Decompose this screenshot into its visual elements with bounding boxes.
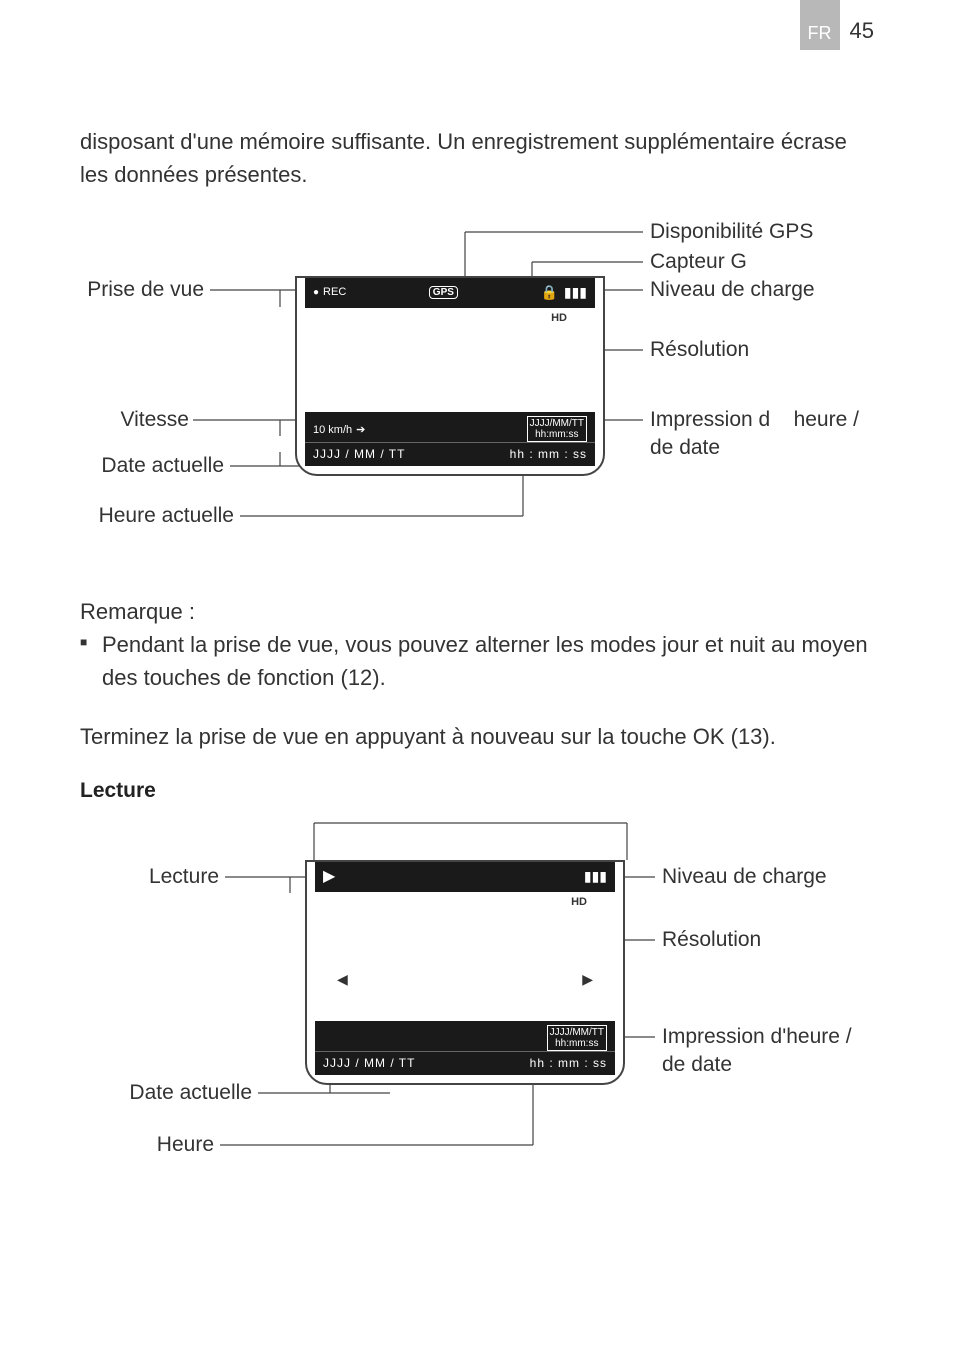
battery-icon-2: ▮▮▮ <box>584 868 607 885</box>
label-impression-1: Impression d heure / <box>650 408 859 432</box>
bullet-icon: ■ <box>80 628 102 694</box>
timestamp-box-2: JJJJ/MM/TThh:mm:ss <box>547 1025 607 1051</box>
lang-badge: FR <box>800 0 840 50</box>
timestamp-box: JJJJ/MM/TThh:mm:ss <box>527 416 587 442</box>
recording-diagram: Prise de vue Vitesse Date actuelle Heure… <box>80 220 874 555</box>
label-resolution-2: Résolution <box>662 928 761 952</box>
hd-label-2: HD <box>571 896 587 908</box>
label-impression-3: Impression d'heure / <box>662 1025 852 1049</box>
label-charge-2: Niveau de charge <box>662 865 827 889</box>
label-heure-2: Heure <box>157 1133 214 1157</box>
label-impression-4: de date <box>662 1053 732 1077</box>
label-heure-actuelle: Heure actuelle <box>99 504 234 528</box>
label-impression-2: de date <box>650 436 720 460</box>
footer-time: hh : mm : ss <box>510 447 587 461</box>
remarque-block: Remarque : ■ Pendant la prise de vue, vo… <box>80 595 874 694</box>
intro-paragraph: disposant d'une mémoire suffisante. Un e… <box>80 125 874 191</box>
lecture-heading: Lecture <box>80 775 874 807</box>
battery-icon: ▮▮▮ <box>564 284 587 301</box>
playback-screen-frame: ▮▮▮ HD JJJJ/MM/TThh:mm:ss JJJJ / MM / TT… <box>305 860 625 1085</box>
label-date-actuelle: Date actuelle <box>101 454 224 478</box>
label-vitesse: Vitesse <box>121 408 190 432</box>
rec-indicator: REC <box>313 286 346 298</box>
playback-diagram: Lecture Date actuelle Heure Niveau de ch… <box>80 815 874 1185</box>
playback-screen-top-bar: ▮▮▮ <box>315 862 615 892</box>
nav-right-icon <box>582 967 593 990</box>
playback-screen-bottom-bar: JJJJ/MM/TThh:mm:ss JJJJ / MM / TT hh : m… <box>315 1021 615 1075</box>
gps-icon: GPS <box>429 286 458 299</box>
footer-time-2: hh : mm : ss <box>530 1056 607 1070</box>
play-icon <box>323 866 335 886</box>
page-number: 45 <box>840 0 874 50</box>
label-prise-de-vue: Prise de vue <box>87 278 204 302</box>
page-header: FR 45 <box>800 0 874 50</box>
remarque-bullet: Pendant la prise de vue, vous pouvez alt… <box>102 628 874 694</box>
footer-date: JJJJ / MM / TT <box>313 447 405 461</box>
hd-label: HD <box>551 312 567 324</box>
terminez-paragraph: Terminez la prise de vue en appuyant à n… <box>80 720 874 753</box>
label-gps: Disponibilité GPS <box>650 220 813 244</box>
label-date-2: Date actuelle <box>129 1081 252 1105</box>
label-capteur-g: Capteur G <box>650 250 747 274</box>
nav-left-icon <box>337 967 348 990</box>
recording-screen-top-bar: REC GPS 🔒 ▮▮▮ <box>305 278 595 308</box>
label-lecture: Lecture <box>149 865 219 889</box>
recording-screen-bottom-bar: 10 km/h JJJJ/MM/TThh:mm:ss JJJJ / MM / T… <box>305 412 595 466</box>
label-resolution: Résolution <box>650 338 749 362</box>
label-niveau-charge: Niveau de charge <box>650 278 815 302</box>
remarque-heading: Remarque : <box>80 595 874 628</box>
lock-icon: 🔒 <box>540 284 557 301</box>
speed-readout: 10 km/h <box>313 423 365 436</box>
recording-screen-frame: REC GPS 🔒 ▮▮▮ HD 10 km/h JJJJ/MM/TThh:mm… <box>295 276 605 476</box>
footer-date-2: JJJJ / MM / TT <box>323 1056 415 1070</box>
